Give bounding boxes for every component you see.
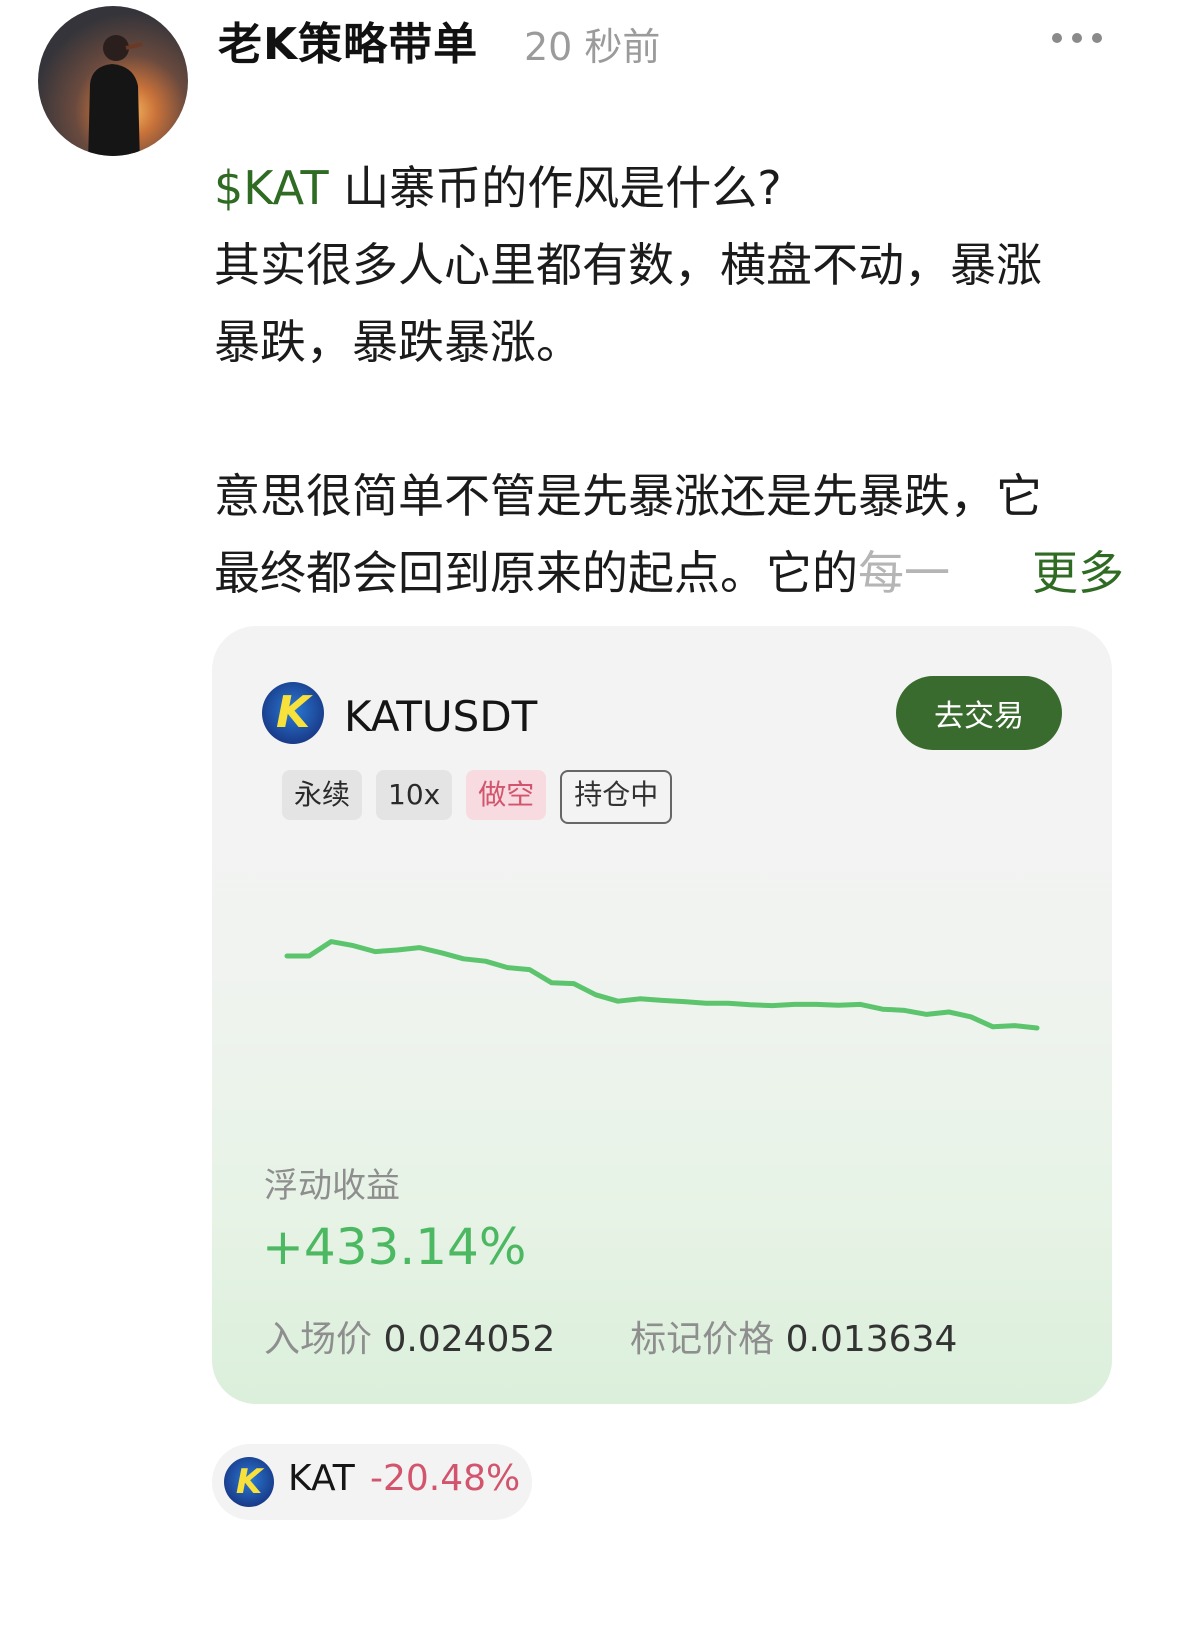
cashtag-link[interactable]: $KAT — [214, 161, 329, 215]
pnl-value: +433.14% — [262, 1218, 527, 1276]
tag-leverage: 10x — [376, 770, 453, 820]
post-line-3: 暴跌，暴跌暴涨。 — [214, 315, 582, 369]
tag-holding: 持仓中 — [560, 770, 673, 824]
tag-short: 做空 — [466, 770, 547, 820]
expand-more-link[interactable]: 更多 — [1032, 535, 1124, 612]
post-line-5-fade: 每一 — [858, 546, 950, 600]
ticker-change: -20.48% — [370, 1458, 521, 1499]
tag-perpetual: 永续 — [282, 770, 363, 820]
post-timestamp: 20 秒前 — [524, 25, 661, 69]
post-line-4: 意思很简单不管是先暴涨还是先暴跌，它 — [214, 469, 1042, 523]
avatar-person-icon — [88, 35, 143, 156]
mark-price-label: 标记价格 — [630, 1319, 775, 1360]
ticker-symbol: KAT — [288, 1458, 355, 1499]
author-name[interactable]: 老K策略带单 — [218, 8, 478, 72]
trading-pair: KATUSDT — [344, 692, 538, 741]
price-sparkline — [284, 939, 1040, 1031]
entry-price-label: 入场价 — [264, 1319, 373, 1360]
trade-button[interactable]: 去交易 — [896, 676, 1062, 750]
entry-price-value: 0.024052 — [383, 1319, 556, 1360]
mark-price-value: 0.013634 — [785, 1319, 958, 1360]
pnl-label: 浮动收益 — [264, 1166, 400, 1206]
sparkline-line — [284, 939, 1040, 1031]
post-line-5: 最终都会回到原来的起点。它的 — [214, 546, 858, 600]
position-tags: 永续 10x 做空 持仓中 — [282, 770, 673, 824]
position-card[interactable]: K KATUSDT 去交易 永续 10x 做空 持仓中 浮动收益 +433.14… — [212, 626, 1112, 1404]
post-line-2: 其实很多人心里都有数，横盘不动，暴涨 — [214, 238, 1042, 292]
ellipsis-icon[interactable] — [1052, 30, 1112, 46]
ticker-chip[interactable]: K KAT -20.48% — [212, 1444, 532, 1520]
author-avatar[interactable] — [38, 6, 188, 156]
action-bar-partial — [0, 1600, 1200, 1636]
post-line-1: 山寨币的作风是什么? — [328, 161, 782, 215]
post-body: $KAT 山寨币的作风是什么? 其实很多人心里都有数，横盘不动，暴涨 暴跌，暴跌… — [214, 150, 1124, 612]
price-row: 入场价 0.024052 标记价格 0.013634 — [264, 1310, 957, 1362]
kat-coin-icon: K — [262, 682, 324, 744]
kat-coin-icon: K — [224, 1457, 274, 1507]
